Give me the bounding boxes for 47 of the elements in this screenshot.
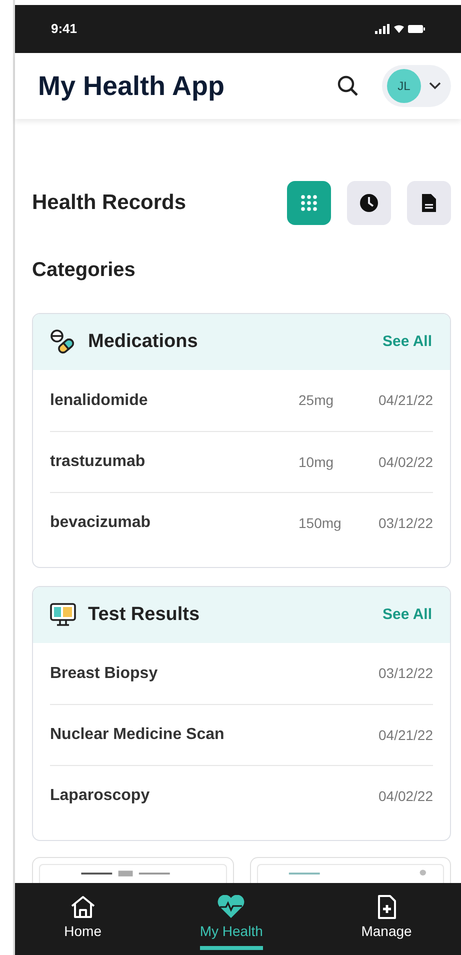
clock-icon bbox=[359, 193, 379, 213]
categories-heading: Categories bbox=[32, 258, 136, 283]
record-date: 04/02/22 bbox=[378, 452, 433, 472]
record-date: 03/12/22 bbox=[378, 514, 433, 532]
record-dose: 150mg bbox=[298, 514, 342, 533]
document-card[interactable] bbox=[32, 857, 234, 883]
status-time: 9:41 bbox=[51, 20, 78, 38]
record-row[interactable]: Laparoscopy 04/02/22 bbox=[50, 765, 433, 826]
record-dose: 25mg bbox=[298, 391, 335, 410]
app-title: My Health App bbox=[38, 70, 225, 103]
record-name: Laparoscopy bbox=[50, 786, 151, 806]
home-icon bbox=[70, 894, 96, 918]
nav-tab[interactable]: Home bbox=[64, 888, 102, 950]
section-title: Health Records bbox=[32, 190, 186, 216]
record-name: Nuclear Medicine Scan bbox=[50, 725, 226, 745]
view-toggle-button[interactable] bbox=[347, 181, 391, 225]
record-dose: 10mg bbox=[298, 452, 335, 472]
heartbeat-icon bbox=[216, 894, 246, 918]
document-icon bbox=[421, 193, 437, 213]
grid-icon bbox=[301, 195, 317, 211]
chevron-down-icon bbox=[429, 82, 441, 90]
monitor-icon bbox=[50, 603, 76, 627]
record-row[interactable]: Breast Biopsy 03/12/22 bbox=[50, 643, 433, 704]
nav-tab[interactable]: My Health bbox=[200, 888, 263, 950]
record-row[interactable]: lenalidomide 25mg 04/21/22 bbox=[50, 370, 433, 431]
record-name: bevacizumab bbox=[50, 513, 152, 533]
pills-icon bbox=[50, 329, 76, 355]
profile-menu-button[interactable]: JL bbox=[382, 65, 451, 107]
record-row[interactable]: bevacizumab 150mg 03/12/22 bbox=[50, 492, 433, 553]
record-date: 04/02/22 bbox=[378, 786, 433, 806]
record-name: trastuzumab bbox=[50, 452, 146, 472]
view-toggle-button[interactable] bbox=[287, 181, 331, 225]
card-title: Test Results bbox=[88, 602, 200, 627]
record-name: Breast Biopsy bbox=[50, 664, 159, 684]
record-row[interactable]: Nuclear Medicine Scan 04/21/22 bbox=[50, 704, 433, 765]
record-date: 04/21/22 bbox=[378, 726, 433, 744]
record-date: 04/21/22 bbox=[378, 391, 433, 410]
document-plus-icon bbox=[376, 894, 396, 918]
status-icons-drawing bbox=[375, 23, 425, 35]
record-row[interactable]: trastuzumab 10mg 04/02/22 bbox=[50, 431, 433, 492]
card-title: Medications bbox=[88, 330, 198, 354]
record-date: 03/12/22 bbox=[378, 664, 433, 683]
nav-tab[interactable]: Manage bbox=[361, 888, 412, 950]
avatar: JL bbox=[387, 69, 421, 103]
view-toggle-button[interactable] bbox=[407, 181, 451, 225]
search-icon bbox=[336, 74, 360, 98]
record-name: lenalidomide bbox=[50, 390, 149, 410]
